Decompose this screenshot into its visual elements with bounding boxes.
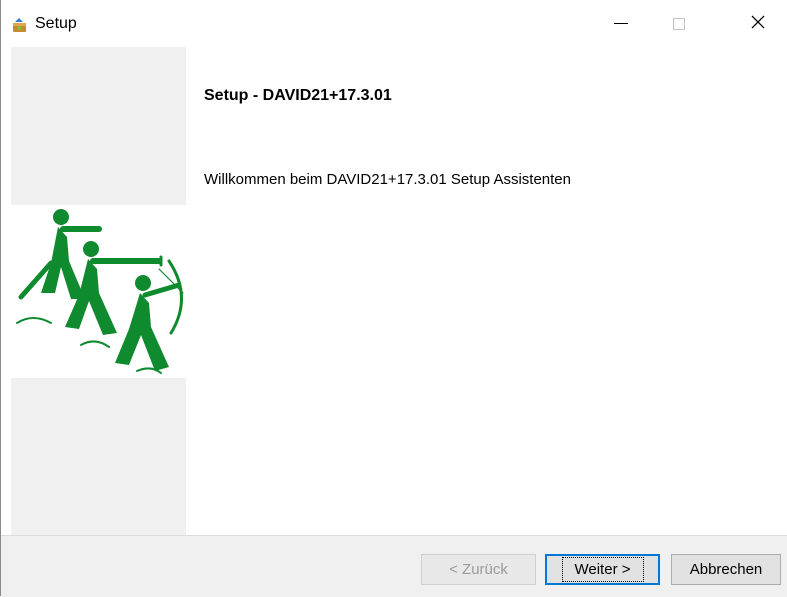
maximize-icon <box>673 17 685 30</box>
next-button-label: Weiter > <box>561 557 644 582</box>
archers-logo-icon <box>16 209 184 374</box>
cancel-button[interactable]: Abbrechen <box>671 554 781 585</box>
close-button[interactable] <box>730 0 786 47</box>
wizard-content: Setup - DAVID21+17.3.01 Willkommen beim … <box>1 47 787 535</box>
wizard-sidebar <box>11 47 186 535</box>
wizard-footer: < Zurück Weiter > Abbrechen <box>1 535 787 597</box>
maximize-button[interactable] <box>653 0 705 47</box>
setup-app-icon <box>11 17 28 34</box>
title-bar[interactable]: Setup <box>1 0 787 47</box>
setup-window: Setup Setup - DAVID21+17.3.01 Willkommen… <box>0 0 787 597</box>
page-title: Setup - DAVID21+17.3.01 <box>204 87 392 104</box>
minimize-icon <box>614 23 628 24</box>
back-button[interactable]: < Zurück <box>421 554 536 585</box>
welcome-text: Willkommen beim DAVID21+17.3.01 Setup As… <box>204 171 571 188</box>
window-title: Setup <box>35 15 77 32</box>
logo-panel <box>11 205 186 378</box>
next-button[interactable]: Weiter > <box>545 554 660 585</box>
close-icon <box>751 15 765 33</box>
minimize-button[interactable] <box>595 0 647 47</box>
